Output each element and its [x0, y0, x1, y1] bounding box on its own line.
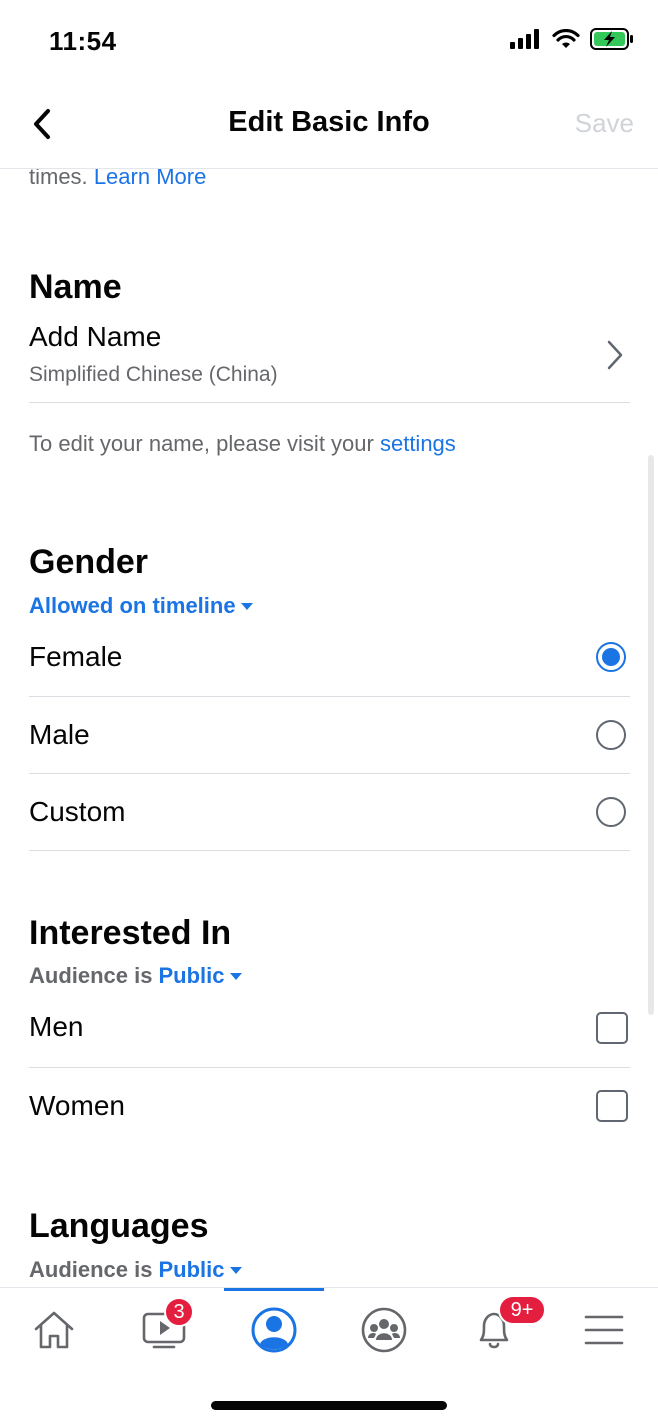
interested-in-section-title: Interested In	[29, 914, 232, 952]
caret-down-icon	[229, 972, 242, 980]
name-section-title: Name	[29, 268, 122, 306]
interested-option-label: Men	[29, 1011, 84, 1042]
save-button[interactable]: Save	[575, 108, 634, 139]
profile-icon	[251, 1307, 297, 1353]
active-tab-indicator	[224, 1288, 324, 1291]
home-indicator[interactable]	[211, 1401, 447, 1410]
divider	[29, 850, 630, 851]
gender-option-label: Female	[29, 641, 123, 672]
interested-option-label: Women	[29, 1090, 125, 1121]
notifications-badge: 9+	[498, 1295, 546, 1325]
audience-public-selector[interactable]: Public	[158, 1257, 224, 1283]
page-title: Edit Basic Info	[228, 106, 430, 138]
status-icons	[510, 28, 634, 50]
interested-audience: Audience is Public	[29, 963, 242, 989]
radio-selected-icon[interactable]	[596, 642, 626, 672]
gender-option-male[interactable]: Male	[0, 697, 658, 773]
interested-option-women[interactable]: Women	[0, 1068, 658, 1144]
tab-menu[interactable]	[574, 1302, 634, 1358]
navigation-bar: Edit Basic Info Save	[0, 80, 658, 169]
settings-link[interactable]: settings	[380, 431, 456, 456]
radio-unselected-icon[interactable]	[596, 720, 626, 750]
caret-down-icon	[229, 1266, 242, 1274]
checkbox-unchecked-icon[interactable]	[596, 1090, 628, 1122]
chevron-right-icon	[607, 340, 623, 370]
interested-option-men[interactable]: Men	[0, 991, 658, 1067]
tab-watch[interactable]: 3	[134, 1297, 194, 1358]
scrollbar[interactable]	[648, 455, 654, 1015]
gender-option-female[interactable]: Female	[0, 621, 658, 696]
menu-icon	[584, 1315, 624, 1345]
tab-notifications[interactable]: 9+	[464, 1295, 546, 1358]
groups-icon	[361, 1307, 407, 1353]
name-language: Simplified Chinese (China)	[29, 363, 278, 386]
divider	[29, 402, 630, 403]
gender-section-title: Gender	[29, 543, 149, 581]
audience-public-selector[interactable]: Public	[158, 963, 224, 989]
languages-section-title: Languages	[29, 1207, 209, 1245]
status-time: 11:54	[49, 26, 117, 56]
gender-audience-selector[interactable]: Allowed on timeline	[29, 593, 253, 619]
battery-charging-icon	[590, 28, 633, 50]
edit-basic-info-content[interactable]: times. Learn More Name Add Name Simplifi…	[0, 169, 658, 1287]
gender-option-label: Custom	[29, 796, 126, 827]
add-name-row[interactable]: Add Name Simplified Chinese (China)	[0, 317, 658, 401]
intro-text: times. Learn More	[29, 169, 206, 190]
cellular-signal-icon	[510, 29, 539, 49]
home-icon	[34, 1311, 74, 1349]
checkbox-unchecked-icon[interactable]	[596, 1012, 628, 1044]
tab-profile[interactable]	[244, 1302, 304, 1358]
caret-down-icon	[240, 602, 253, 610]
languages-audience: Audience is Public	[29, 1257, 242, 1283]
add-name-label: Add Name	[29, 321, 162, 352]
watch-badge: 3	[164, 1297, 194, 1327]
learn-more-link[interactable]: Learn More	[94, 169, 207, 189]
status-bar: 11:54	[0, 0, 658, 80]
wifi-icon	[552, 29, 580, 48]
tab-home[interactable]	[24, 1302, 84, 1358]
tab-groups[interactable]	[354, 1302, 414, 1358]
gender-option-custom[interactable]: Custom	[0, 774, 658, 850]
name-settings-note: To edit your name, please visit your set…	[29, 431, 456, 456]
gender-option-label: Male	[29, 719, 90, 750]
radio-unselected-icon[interactable]	[596, 797, 626, 827]
